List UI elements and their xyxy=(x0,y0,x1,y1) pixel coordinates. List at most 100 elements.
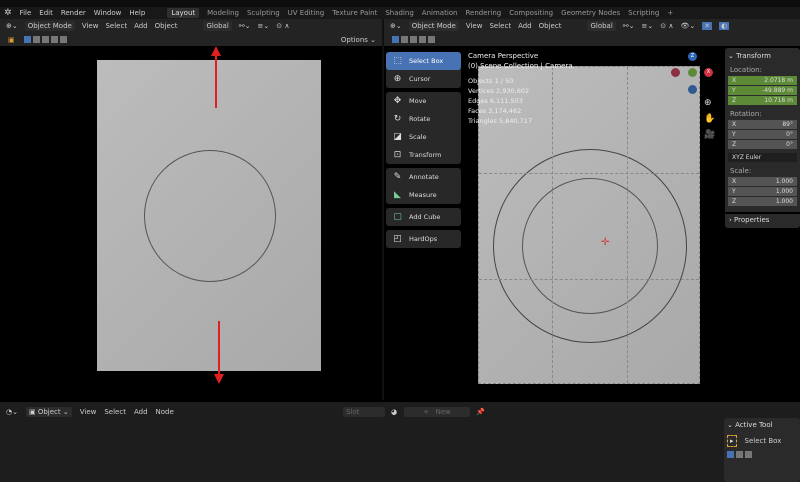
view-menu[interactable]: View xyxy=(466,22,483,30)
scale-x-field[interactable]: X 1.000 xyxy=(728,177,797,187)
mode-select[interactable]: Object Mode xyxy=(24,21,75,31)
add-workspace-button[interactable]: + xyxy=(667,9,673,17)
tab-compositing[interactable]: Compositing xyxy=(509,9,553,17)
mode-subtract-icon[interactable] xyxy=(410,36,417,43)
tab-layout[interactable]: Layout xyxy=(167,8,200,18)
mode-new-icon[interactable] xyxy=(727,451,734,458)
tab-animation[interactable]: Animation xyxy=(422,9,458,17)
gizmo-x-axis[interactable]: X xyxy=(704,68,713,77)
options-label: Options xyxy=(340,35,368,44)
tool-add-cube[interactable]: ▢ Add Cube xyxy=(386,208,461,226)
tool-cursor[interactable]: ⊕ Cursor xyxy=(386,70,461,88)
tool-transform[interactable]: ⊡ Transform xyxy=(386,146,461,164)
add-menu[interactable]: Add xyxy=(518,22,532,30)
proportional-icon[interactable]: ⊙ ∧ xyxy=(276,22,289,30)
select-menu[interactable]: Select xyxy=(105,22,127,30)
menu-file[interactable]: File xyxy=(20,9,32,17)
gizmo-neg-x-axis[interactable] xyxy=(671,68,680,77)
blender-logo-icon[interactable]: ✲ xyxy=(4,8,12,18)
mode-extend-icon[interactable] xyxy=(736,451,743,458)
tool-rotate[interactable]: ↻ Rotate xyxy=(386,110,461,128)
location-z-field[interactable]: Z 10.718 m xyxy=(728,96,797,106)
object-menu[interactable]: Object xyxy=(539,22,562,30)
location-y-field[interactable]: Y -49.889 m xyxy=(728,86,797,96)
properties-header[interactable]: › Properties xyxy=(725,212,800,226)
tab-texture-paint[interactable]: Texture Paint xyxy=(332,9,377,17)
menu-render[interactable]: Render xyxy=(61,9,86,17)
zoom-icon[interactable]: ⊕ xyxy=(704,98,712,108)
gizmo-y-axis[interactable] xyxy=(688,68,697,77)
mode-subtract-icon[interactable] xyxy=(42,36,49,43)
orientation-select[interactable]: Global xyxy=(587,21,616,31)
tab-rendering[interactable]: Rendering xyxy=(465,9,501,17)
tab-geometry-nodes[interactable]: Geometry Nodes xyxy=(561,9,620,17)
node-menu[interactable]: Node xyxy=(156,408,174,416)
object-menu[interactable]: Object xyxy=(155,22,178,30)
slot-select[interactable]: Slot xyxy=(343,407,385,417)
view-menu[interactable]: View xyxy=(82,22,99,30)
menu-help[interactable]: Help xyxy=(129,9,145,17)
node-select-menu[interactable]: Select xyxy=(104,408,126,416)
orientation-select[interactable]: Global xyxy=(203,21,232,31)
tool-annotate[interactable]: ✎ Annotate xyxy=(386,168,461,186)
tab-modeling[interactable]: Modeling xyxy=(207,9,239,17)
mode-select[interactable]: Object Mode xyxy=(408,21,459,31)
pivot-icon[interactable]: ⚯⌄ xyxy=(623,22,635,30)
rotation-mode-select[interactable]: XYZ Euler xyxy=(728,153,797,163)
active-tool-header[interactable]: ⌄ Active Tool xyxy=(727,421,797,429)
scale-z-field[interactable]: Z 1.000 xyxy=(728,197,797,207)
mode-extend-icon[interactable] xyxy=(33,36,40,43)
transform-header[interactable]: ⌄ Transform xyxy=(728,52,797,60)
mode-intersect-icon[interactable] xyxy=(428,36,435,43)
object-type-select[interactable]: ▣ Object ⌄ xyxy=(25,407,72,417)
tab-sculpting[interactable]: Sculpting xyxy=(247,9,280,17)
tool-settings-bar-right xyxy=(384,33,800,46)
rotation-y-field[interactable]: Y 0° xyxy=(728,130,797,140)
overlay-toggle-icon[interactable]: ◐ xyxy=(719,22,730,30)
mode-subtract-icon[interactable] xyxy=(745,451,752,458)
tab-scripting[interactable]: Scripting xyxy=(628,9,659,17)
menu-edit[interactable]: Edit xyxy=(39,9,53,17)
add-menu[interactable]: Add xyxy=(134,22,148,30)
tool-move[interactable]: ✥ Move xyxy=(386,92,461,110)
new-material-button[interactable]: + New xyxy=(404,407,470,417)
pivot-icon[interactable]: ⚯⌄ xyxy=(239,22,251,30)
mode-intersect-icon[interactable] xyxy=(60,36,67,43)
scale-y-field[interactable]: Y 1.000 xyxy=(728,187,797,197)
location-x-field[interactable]: X 2.0718 m xyxy=(728,76,797,86)
select-box-tool-icon[interactable]: ▣ xyxy=(8,36,15,44)
gizmo-z-axis[interactable]: Z xyxy=(688,52,697,61)
proportional-icon[interactable]: ⊙ ∧ xyxy=(660,22,673,30)
editor-type-icon[interactable]: ⊕⌄ xyxy=(6,22,18,30)
editor-type-icon[interactable]: ◔⌄ xyxy=(6,408,18,416)
menu-window[interactable]: Window xyxy=(94,9,122,17)
tool-select-box[interactable]: ⬚ Select Box xyxy=(386,52,461,70)
camera-view-icon[interactable]: 🎥 xyxy=(704,130,715,140)
mode-extend-icon[interactable] xyxy=(401,36,408,43)
node-view-menu[interactable]: View xyxy=(80,408,97,416)
node-add-menu[interactable]: Add xyxy=(134,408,148,416)
mode-new-icon[interactable] xyxy=(392,36,399,43)
snap-icon[interactable]: ≡⌄ xyxy=(642,22,654,30)
tab-shading[interactable]: Shading xyxy=(385,9,413,17)
pin-icon[interactable]: 📌 xyxy=(476,408,485,416)
tab-uv-editing[interactable]: UV Editing xyxy=(288,9,325,17)
tool-hardops[interactable]: ◰ HardOps xyxy=(386,230,461,248)
visibility-icon[interactable]: 👁⌄ xyxy=(680,22,695,30)
material-icon[interactable]: ◕ xyxy=(391,408,397,416)
select-menu[interactable]: Select xyxy=(489,22,511,30)
mode-difference-icon[interactable] xyxy=(419,36,426,43)
pan-hand-icon[interactable]: ✋ xyxy=(704,114,715,124)
mode-new-icon[interactable] xyxy=(24,36,31,43)
left-viewport[interactable] xyxy=(0,46,382,400)
gizmo-toggle-icon[interactable]: ✕ xyxy=(702,22,713,30)
mode-difference-icon[interactable] xyxy=(51,36,58,43)
rotation-z-field[interactable]: Z 0° xyxy=(728,140,797,150)
tool-measure[interactable]: ◣ Measure xyxy=(386,186,461,204)
gizmo-neg-z-axis[interactable] xyxy=(688,85,697,94)
rotation-x-field[interactable]: X 89° xyxy=(728,120,797,130)
tool-scale[interactable]: ◪ Scale xyxy=(386,128,461,146)
editor-type-icon[interactable]: ⊕⌄ xyxy=(390,22,402,30)
snap-icon[interactable]: ≡⌄ xyxy=(258,22,270,30)
options-dropdown[interactable]: Options ⌄ xyxy=(341,36,376,44)
